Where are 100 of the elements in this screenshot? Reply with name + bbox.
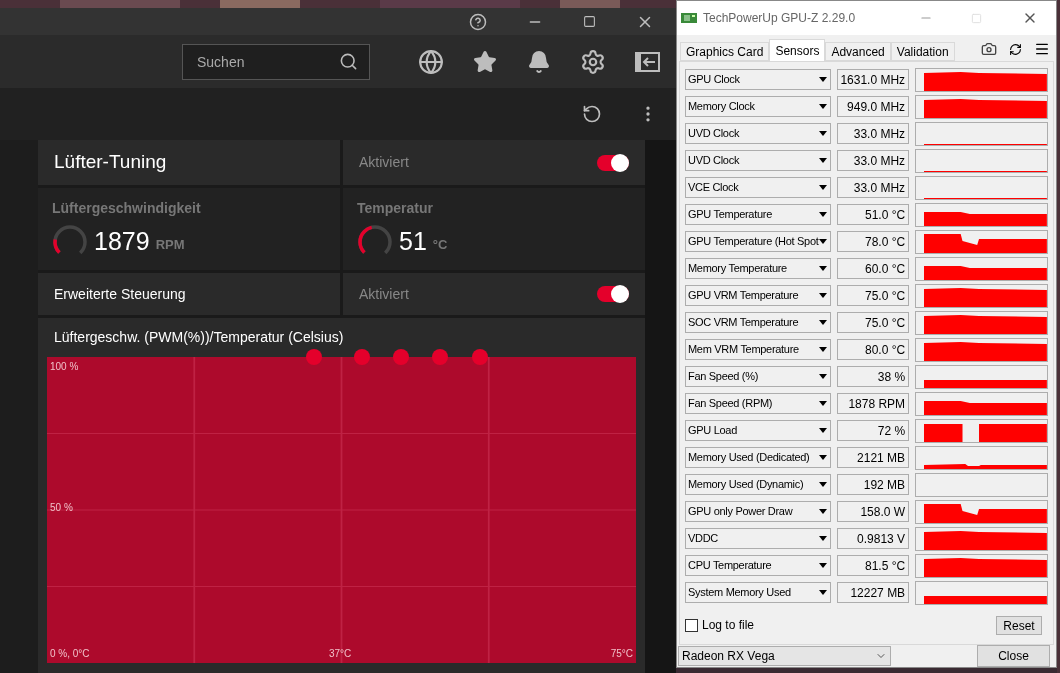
stat-unit: °C	[432, 235, 448, 254]
help-icon[interactable]	[469, 12, 487, 31]
sensor-dropdown[interactable]: GPU VRM Temperature	[685, 285, 831, 306]
close-button[interactable]: Close	[977, 645, 1050, 667]
dropdown-arrow-icon	[818, 482, 827, 487]
axis-label: 75°C	[610, 647, 633, 661]
sensor-value: 78.0 °C	[836, 231, 910, 252]
sensor-value: 1631.0 MHz	[836, 69, 910, 90]
axis-label: 50 %	[50, 501, 73, 515]
reset-button[interactable]: Reset	[996, 615, 1042, 635]
sensor-value: 12227 MB	[836, 582, 910, 603]
stat-value: 1879	[94, 225, 150, 257]
checkbox[interactable]	[685, 618, 698, 632]
dropdown-arrow-icon	[818, 320, 827, 325]
sensor-dropdown[interactable]: SOC VRM Temperature	[685, 312, 831, 333]
section-title: Erweiterte Steuerung	[54, 284, 186, 304]
stat-value: 51	[399, 225, 427, 257]
dropdown-arrow-icon	[818, 239, 827, 244]
sensor-dropdown[interactable]: System Memory Used	[685, 582, 831, 603]
section-title: Lüfter-Tuning	[54, 150, 167, 175]
sensor-value: 51.0 °C	[836, 204, 910, 225]
dropdown-arrow-icon	[818, 536, 827, 541]
dropdown-arrow-icon	[818, 563, 827, 568]
sensor-dropdown[interactable]: Memory Used (Dynamic)	[685, 474, 831, 495]
dropdown-arrow-icon	[818, 266, 827, 271]
dropdown-arrow-icon	[818, 455, 827, 460]
stat-label: Lüftergeschwindigkeit	[52, 198, 202, 218]
dropdown-arrow-icon	[818, 185, 827, 190]
sensor-dropdown[interactable]: GPU Temperature	[685, 204, 831, 225]
curve-point[interactable]	[393, 349, 409, 365]
dropdown-arrow-icon	[818, 428, 827, 433]
sensor-value: 33.0 MHz	[836, 177, 910, 198]
sensor-value: 949.0 MHz	[836, 96, 910, 117]
device-dropdown[interactable]: Radeon RX Vega	[678, 646, 891, 666]
sensor-dropdown[interactable]: GPU Clock	[685, 69, 831, 90]
tab[interactable]: Advanced	[825, 42, 891, 61]
window-title: TechPowerUp GPU-Z 2.29.0	[703, 10, 857, 27]
sensor-dropdown[interactable]: Memory Used (Dedicated)	[685, 447, 831, 468]
sensor-dropdown[interactable]: GPU only Power Draw	[685, 501, 831, 522]
dropdown-arrow-icon	[818, 374, 827, 379]
axis-label: 0 %, 0°C	[50, 647, 90, 661]
graphics-card-icon	[681, 12, 697, 24]
sensor-dropdown[interactable]: VDDC	[685, 528, 831, 549]
dropdown-arrow-icon	[818, 401, 827, 406]
toggle-switch[interactable]	[597, 286, 629, 302]
sensor-value: 81.5 °C	[836, 555, 910, 576]
sidebar-collapse-icon[interactable]	[635, 51, 660, 72]
dropdown-arrow-icon	[818, 77, 827, 82]
search-icon[interactable]	[339, 51, 358, 71]
checkbox-label: Log to file	[702, 617, 755, 634]
curve-point[interactable]	[306, 349, 322, 365]
tab[interactable]: Sensors	[769, 39, 826, 61]
axis-label: 100 %	[50, 360, 79, 374]
sensor-value: 72 %	[836, 420, 910, 441]
tab[interactable]: Validation	[890, 42, 955, 61]
sensor-value: 60.0 °C	[836, 258, 910, 279]
sensor-value: 80.0 °C	[836, 339, 910, 360]
sensor-value: 75.0 °C	[836, 312, 910, 333]
sensor-dropdown[interactable]: Fan Speed (RPM)	[685, 393, 831, 414]
sensor-value: 1878 RPM	[836, 393, 910, 414]
refresh-icon[interactable]	[1009, 42, 1022, 56]
fan-curve-chart[interactable]: 100 % 50 % 0 %, 0°C 37°C 75°C	[47, 357, 636, 663]
search-field[interactable]: Suchen	[182, 43, 370, 80]
dropdown-arrow-icon	[818, 104, 827, 109]
curve-point[interactable]	[472, 349, 488, 365]
sensor-dropdown[interactable]: GPU Temperature (Hot Spot	[685, 231, 831, 252]
dropdown-arrow-icon	[818, 590, 827, 595]
sensor-dropdown[interactable]: UVD Clock	[685, 150, 831, 171]
dropdown-arrow-icon	[818, 509, 827, 514]
sensor-value: 33.0 MHz	[836, 123, 910, 144]
star-icon[interactable]	[473, 49, 498, 74]
sensor-dropdown[interactable]: Fan Speed (%)	[685, 366, 831, 387]
globe-icon[interactable]	[418, 48, 444, 75]
menu-icon[interactable]	[1034, 41, 1050, 57]
sensor-dropdown[interactable]: Memory Clock	[685, 96, 831, 117]
dropdown-arrow-icon	[818, 293, 827, 298]
sensor-value: 2121 MB	[836, 447, 910, 468]
status-label: Aktiviert	[359, 153, 409, 172]
sensor-dropdown[interactable]: Mem VRM Temperature	[685, 339, 831, 360]
tab[interactable]: Graphics Card	[680, 42, 770, 61]
sensor-dropdown[interactable]: GPU Load	[685, 420, 831, 441]
status-label: Aktiviert	[359, 284, 409, 304]
sensor-dropdown[interactable]: Memory Temperature	[685, 258, 831, 279]
toggle-switch[interactable]	[597, 154, 629, 171]
sensor-dropdown[interactable]: VCE Clock	[685, 177, 831, 198]
sensor-value: 75.0 °C	[836, 285, 910, 306]
dropdown-arrow-icon	[818, 212, 827, 217]
sensor-dropdown[interactable]: UVD Clock	[685, 123, 831, 144]
sensor-dropdown[interactable]: CPU Temperature	[685, 555, 831, 576]
camera-icon[interactable]	[981, 41, 997, 57]
sensor-value: 158.0 W	[836, 501, 910, 522]
chart-title: Lüftergeschw. (PWM(%))/Temperatur (Celsius)	[54, 328, 344, 347]
bell-icon[interactable]	[526, 49, 551, 74]
maximize-icon[interactable]	[583, 15, 596, 28]
settings-icon[interactable]	[579, 48, 606, 75]
dropdown-arrow-icon	[818, 347, 827, 352]
curve-point[interactable]	[354, 349, 370, 365]
reset-icon[interactable]	[582, 104, 602, 124]
sensor-value: 33.0 MHz	[836, 150, 910, 171]
curve-point[interactable]	[432, 349, 448, 365]
